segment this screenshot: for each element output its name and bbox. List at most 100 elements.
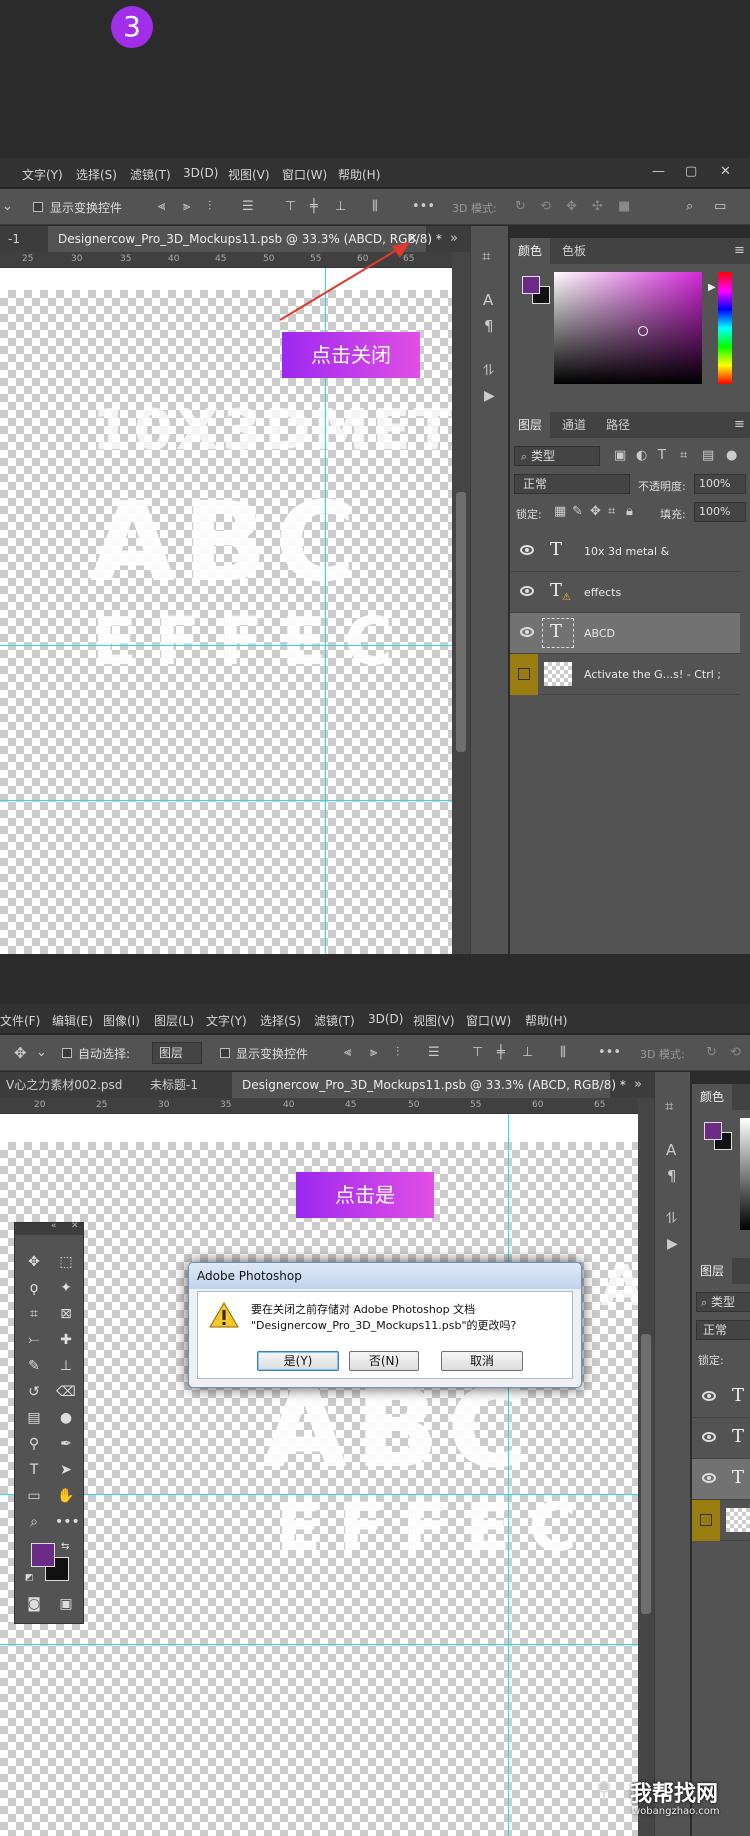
lock-artboard-icon[interactable]: ⌗ [608, 504, 615, 520]
more-options-icon[interactable]: ••• [598, 1045, 621, 1061]
layer-filter-dropdown[interactable]: ⌕ 类型 [696, 1292, 750, 1312]
menu-type[interactable]: 文字(Y) [206, 1012, 247, 1029]
eraser-tool-icon[interactable]: ⌫ [55, 1381, 77, 1403]
tab-material-psd[interactable]: V心之力素材002.psd [0, 1072, 132, 1098]
show-transform-checkbox[interactable] [220, 1048, 230, 1058]
paragraph-icon[interactable]: ¶ [667, 1168, 677, 1184]
tab-untitled[interactable]: 未标题-1 [140, 1072, 208, 1098]
tab-swatches[interactable]: 色板 [554, 238, 594, 264]
no-button[interactable]: 否(N) [349, 1351, 419, 1371]
filter-shape-icon[interactable]: ⌗ [680, 448, 687, 464]
quick-mask-icon[interactable]: ◙ [23, 1593, 45, 1615]
tab-designercow[interactable]: Designercow_Pro_3D_Mockups11.psb @ 33.3%… [232, 1072, 626, 1098]
eye-icon[interactable] [520, 586, 534, 596]
foreground-swatch[interactable] [522, 276, 540, 294]
hand-tool-icon[interactable]: ✋ [55, 1485, 77, 1507]
actions-play-icon[interactable]: ▶ [667, 1236, 678, 1252]
tab-layers[interactable]: 图层 [510, 412, 551, 438]
menu-layer[interactable]: 图层(L) [154, 1012, 194, 1029]
more-tools-icon[interactable]: ••• [55, 1511, 80, 1533]
dodge-tool-icon[interactable]: ⚲ [23, 1433, 45, 1455]
auto-select-checkbox[interactable] [62, 1048, 72, 1058]
tools-panel-header[interactable]: « ✕ [15, 1221, 83, 1235]
distribute-icon[interactable]: ☰ [428, 1045, 440, 1061]
tab-layers[interactable]: 图层 [692, 1258, 733, 1284]
eye-icon[interactable] [702, 1432, 716, 1442]
character-icon[interactable]: A [483, 292, 493, 308]
menu-view[interactable]: 视图(V) [413, 1012, 455, 1029]
layer-row-activate[interactable]: Activate the G...s! - Ctrl ; [510, 654, 740, 695]
visibility-off-box[interactable] [700, 1514, 712, 1526]
pen-tool-icon[interactable]: ✒ [55, 1433, 77, 1455]
foreground-color-swatch[interactable] [31, 1543, 55, 1567]
menu-3d[interactable]: 3D(D) [368, 1012, 403, 1026]
filter-adjust-icon[interactable]: ◐ [636, 448, 647, 464]
yes-button[interactable]: 是(Y) [257, 1351, 339, 1371]
menu-image[interactable]: 图像(I) [103, 1012, 140, 1029]
default-colors-icon[interactable]: ◩ [25, 1573, 34, 1583]
move-tool-icon[interactable]: ✥ [14, 1045, 27, 1061]
screen-mode-icon[interactable]: ▣ [55, 1593, 77, 1615]
gradient-tool-icon[interactable]: ▤ [23, 1407, 45, 1429]
tab-paths[interactable]: 路径 [598, 412, 638, 438]
lock-brush-icon[interactable]: ✎ [572, 504, 583, 520]
align-left-icon[interactable]: ⫷ [344, 1045, 351, 1061]
layer-row-effects[interactable]: T ⚠ effects [510, 572, 740, 613]
panel-menu-icon[interactable]: ≡ [734, 417, 745, 433]
lasso-tool-icon[interactable]: ϙ [23, 1277, 45, 1299]
chevron-down-icon[interactable]: ⌄ [36, 1045, 47, 1061]
lock-all-icon[interactable]: 🔒︎ [626, 504, 633, 520]
collapse-icon[interactable]: « [51, 1221, 57, 1231]
marquee-tool-icon[interactable]: ⬚ [55, 1251, 77, 1273]
roll-icon[interactable]: ⟲ [730, 1045, 741, 1061]
bottom-vertical-scrollbar[interactable] [638, 1098, 654, 1836]
filter-type-icon[interactable]: T [658, 448, 666, 464]
tab-channels[interactable]: 通道 [554, 412, 594, 438]
menu-select[interactable]: 选择(S) [260, 1012, 301, 1029]
cancel-button[interactable]: 取消 [441, 1351, 523, 1371]
history-icon[interactable]: ⥮ [666, 1210, 677, 1226]
align-center-icon[interactable]: ⫸ [370, 1045, 377, 1061]
stamp-tool-icon[interactable]: ⊥ [55, 1355, 77, 1377]
rectangle-tool-icon[interactable]: ▭ [23, 1485, 45, 1507]
tabs-overflow-icon[interactable]: » [634, 1077, 642, 1093]
visibility-off-box[interactable] [518, 668, 530, 680]
layer-row-abcd[interactable]: T ABCD [510, 613, 740, 654]
eye-icon[interactable] [520, 627, 534, 637]
color-field[interactable] [554, 272, 702, 384]
lock-pixels-icon[interactable]: ▦ [554, 504, 566, 520]
layer-filter-dropdown[interactable]: ⌕ 类型 [514, 446, 600, 466]
blur-tool-icon[interactable]: ● [55, 1407, 77, 1429]
frame-tool-icon[interactable]: ⊠ [55, 1303, 77, 1325]
path-select-icon[interactable]: ➤ [55, 1459, 77, 1481]
menu-filter[interactable]: 滤镜(T) [314, 1012, 355, 1029]
align-middle-icon[interactable]: ╪ [497, 1045, 505, 1061]
align-right-icon[interactable]: ⫶ [396, 1045, 399, 1061]
auto-select-dropdown[interactable]: 图层 [152, 1042, 202, 1064]
crop-tool-icon[interactable]: ⌗ [23, 1303, 45, 1325]
panel-menu-icon[interactable]: ≡ [734, 243, 745, 259]
eye-icon[interactable] [702, 1473, 716, 1483]
opacity-input[interactable]: 100% [694, 474, 746, 494]
scroll-thumb[interactable] [641, 1334, 651, 1614]
character-icon[interactable]: A [666, 1142, 676, 1158]
zoom-tool-icon[interactable]: ⌕ [23, 1511, 45, 1533]
layer-row-abcd[interactable]: T [692, 1459, 750, 1500]
filter-smart-icon[interactable]: ▤ [702, 448, 714, 464]
align-top-icon[interactable]: ⊤ [472, 1045, 483, 1061]
properties-icon[interactable]: ⌗ [665, 1098, 673, 1114]
healing-brush-icon[interactable]: ✚ [55, 1329, 77, 1351]
fill-input[interactable]: 100% [694, 502, 746, 522]
history-icon[interactable]: ⥮ [483, 362, 494, 378]
actions-play-icon[interactable]: ▶ [484, 388, 495, 404]
tab-color[interactable]: 颜色 [692, 1084, 733, 1110]
magic-wand-icon[interactable]: ✦ [55, 1277, 77, 1299]
blend-mode-dropdown[interactable]: 正常 [696, 1320, 750, 1340]
bottom-canvas-area[interactable]: A ABC EFFEC [0, 1114, 638, 1836]
layer-row-effects[interactable]: T [692, 1418, 750, 1459]
move-tool-icon[interactable]: ✥ [23, 1251, 45, 1273]
type-tool-icon[interactable]: T [23, 1459, 45, 1481]
menu-help[interactable]: 帮助(H) [525, 1012, 567, 1029]
distribute-vertical-icon[interactable]: ⫼ [560, 1045, 566, 1061]
hue-slider[interactable] [718, 272, 732, 384]
